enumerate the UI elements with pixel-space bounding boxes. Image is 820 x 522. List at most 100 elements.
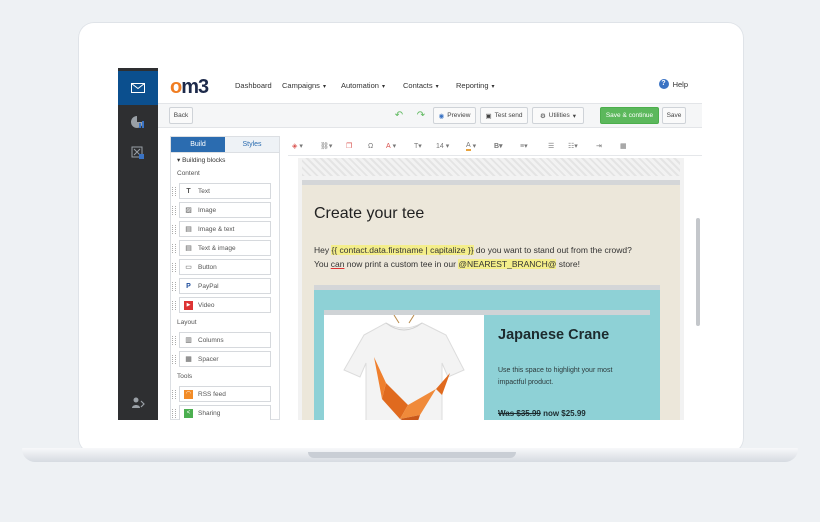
chart-nav-icon[interactable] xyxy=(118,105,158,139)
nav-dashboard[interactable]: Dashboard xyxy=(235,81,272,90)
link-icon[interactable]: ⛓▾ xyxy=(320,140,332,152)
save-continue-button[interactable]: Save & continue xyxy=(600,107,659,124)
text-segment: Hey xyxy=(314,245,332,255)
block-rss-feed[interactable]: ◠ RSS feed xyxy=(172,386,271,402)
drop-zone xyxy=(302,158,680,176)
nav-campaigns[interactable]: Campaigns ▾ xyxy=(282,81,326,90)
top-navigation: om3 Dashboard Campaigns ▾ Automation ▾ Con… xyxy=(158,68,702,104)
editor-toolbar: Back ↶ ↷ ◉ Preview ▣ Test send ⚙ Utilities ▾… xyxy=(158,104,702,128)
building-blocks-header[interactable]: ▾ Building blocks xyxy=(171,153,279,167)
block-label: Text & image xyxy=(198,244,236,252)
nav-label: Campaigns xyxy=(282,81,320,90)
tab-styles[interactable]: Styles xyxy=(225,137,279,153)
group-tools: Tools xyxy=(177,373,193,380)
block-button[interactable]: ▭ Button xyxy=(172,259,271,275)
block-spacer[interactable]: ▦ Spacer xyxy=(172,351,271,367)
share-icon: < xyxy=(184,409,193,418)
drag-handle-icon[interactable] xyxy=(172,355,176,364)
nav-automation[interactable]: Automation ▾ xyxy=(341,81,385,90)
drag-handle-icon[interactable] xyxy=(172,206,176,215)
drag-handle-icon[interactable] xyxy=(172,187,176,196)
utilities-dropdown[interactable]: ⚙ Utilities ▾ xyxy=(532,107,584,124)
rss-icon: ◠ xyxy=(184,390,193,399)
merge-tag-icon[interactable]: ⇥ xyxy=(596,140,602,152)
bullet-list-icon[interactable]: ☷▾ xyxy=(568,140,578,152)
block-text[interactable]: T Text xyxy=(172,183,271,199)
text-icon: T xyxy=(186,188,191,195)
email-content-block[interactable]: Create your tee Hey {{ contact.data.firs… xyxy=(302,180,680,420)
spellcheck-word: can xyxy=(330,259,345,269)
drag-handle-icon[interactable] xyxy=(172,244,176,253)
drag-handle-icon[interactable] xyxy=(172,390,176,399)
drag-handle-icon[interactable] xyxy=(172,225,176,234)
text-segment: now print a custom tee in our xyxy=(344,259,459,269)
image-icon: ▨ xyxy=(185,207,192,214)
copy-style-icon[interactable]: ❐ xyxy=(346,140,352,152)
product-image[interactable] xyxy=(324,314,484,420)
ordered-list-icon[interactable]: ☰ xyxy=(548,140,554,152)
highlight-color-icon[interactable]: A ▾ xyxy=(466,140,476,152)
product-title[interactable]: Japanese Crane xyxy=(498,327,609,343)
grid-nav-icon[interactable] xyxy=(118,136,158,170)
fill-color-icon[interactable]: ◈ ▾ xyxy=(292,140,303,152)
back-button[interactable]: Back xyxy=(169,107,193,124)
block-label: RSS feed xyxy=(198,390,226,398)
product-price[interactable]: Was $35.99 now $25.99 xyxy=(498,409,586,418)
block-paypal[interactable]: P PayPal xyxy=(172,278,271,294)
help-link[interactable]: ? Help xyxy=(658,79,688,89)
drag-handle-icon[interactable] xyxy=(172,301,176,310)
text-image-icon: ▤ xyxy=(185,245,192,252)
nav-reporting[interactable]: Reporting ▾ xyxy=(456,81,495,90)
text-segment: store! xyxy=(556,259,580,269)
preview-button[interactable]: ◉ Preview xyxy=(433,107,476,124)
nav-label: Reporting xyxy=(456,81,489,90)
drag-handle-icon[interactable] xyxy=(172,336,176,345)
redo-icon[interactable]: ↷ xyxy=(412,107,430,124)
left-app-bar: ➤ xyxy=(118,68,158,420)
drag-handle-icon[interactable] xyxy=(172,282,176,291)
formatting-toolbar: ◈ ▾ ⛓▾ ❐ Ω A ▾ T▾ 14 ▾ A ▾ B▾ ≡▾ ☰ ☷▾ ⇥ ▦ xyxy=(288,136,702,156)
block-text-image[interactable]: ▤ Text & image xyxy=(172,240,271,256)
utilities-label: Utilities xyxy=(548,112,570,119)
button-icon: ▭ xyxy=(185,264,192,271)
block-label: Text xyxy=(198,187,210,195)
font-size-select[interactable]: 14 ▾ xyxy=(436,140,449,152)
product-inner: Japanese Crane Use this space to highlig… xyxy=(324,310,650,420)
editor-scrollbar[interactable] xyxy=(696,218,700,326)
email-nav-icon[interactable] xyxy=(118,71,158,105)
caret-down-icon: ▾ xyxy=(381,84,385,90)
block-label: Image xyxy=(198,206,217,214)
email-paragraph[interactable]: Hey {{ contact.data.firstname | capitali… xyxy=(314,243,674,271)
test-send-button[interactable]: ▣ Test send xyxy=(480,107,528,124)
tab-build[interactable]: Build xyxy=(171,137,225,153)
block-label: Video xyxy=(198,301,215,309)
calendar-icon[interactable]: ▦ xyxy=(620,140,627,152)
email-heading[interactable]: Create your tee xyxy=(314,205,424,223)
font-family-icon[interactable]: T▾ xyxy=(414,140,422,152)
product-block[interactable]: Japanese Crane Use this space to highlig… xyxy=(314,285,660,420)
save-button[interactable]: Save xyxy=(662,107,686,124)
nav-label: Automation xyxy=(341,81,379,90)
nav-contacts[interactable]: Contacts ▾ xyxy=(403,81,439,90)
block-image[interactable]: ▨ Image xyxy=(172,202,271,218)
block-video[interactable]: ▶ Video xyxy=(172,297,271,313)
block-sharing[interactable]: < Sharing xyxy=(172,405,271,420)
om3-logo[interactable]: om3 xyxy=(170,76,209,99)
drag-handle-icon[interactable] xyxy=(172,409,176,418)
align-icon[interactable]: ≡▾ xyxy=(520,140,528,152)
test-send-label: Test send xyxy=(494,112,523,119)
block-image-text[interactable]: ▤ Image & text xyxy=(172,221,271,237)
block-columns[interactable]: ▥ Columns xyxy=(172,332,271,348)
image-text-icon: ▤ xyxy=(185,226,192,233)
bold-icon[interactable]: B▾ xyxy=(494,140,503,152)
product-description[interactable]: Use this space to highlight your most im… xyxy=(498,365,638,389)
block-label: Image & text xyxy=(198,225,235,233)
back-label: Back xyxy=(173,112,189,119)
special-char-icon[interactable]: Ω xyxy=(368,140,373,152)
caret-down-icon: ▾ xyxy=(322,84,326,90)
save-label: Save xyxy=(666,112,682,119)
user-switch-icon[interactable] xyxy=(118,386,158,420)
text-color-icon[interactable]: A ▾ xyxy=(386,140,396,152)
undo-icon[interactable]: ↶ xyxy=(390,107,408,124)
drag-handle-icon[interactable] xyxy=(172,263,176,272)
